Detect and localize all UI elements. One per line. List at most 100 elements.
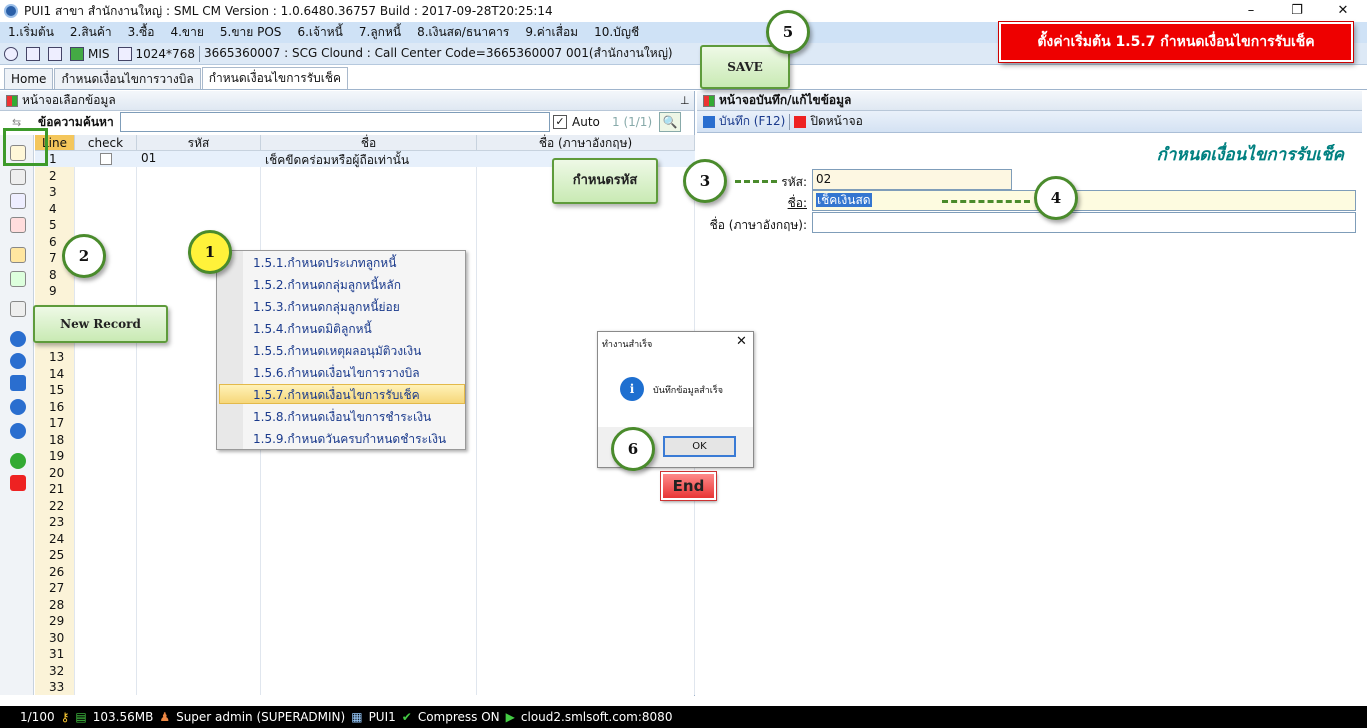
tab-cheque-conditions[interactable]: กำหนดเงื่อนไขการรับเช็ค xyxy=(201,67,349,89)
step-2-badge: 2 xyxy=(62,234,106,278)
menu-receivable[interactable]: 7.ลูกหนี้ xyxy=(351,23,409,42)
dialog-close-icon[interactable]: ✕ xyxy=(736,334,747,349)
line-number: 22 xyxy=(49,498,65,513)
name-en-field[interactable] xyxy=(812,212,1356,233)
menu-purchase[interactable]: 3.ซื้อ xyxy=(120,23,163,42)
menu-start[interactable]: 1.เริ่มต้น xyxy=(0,23,62,42)
next-icon[interactable] xyxy=(10,353,26,369)
import-icon[interactable] xyxy=(10,271,26,287)
status-bar: 1/100 ⚷ ▤ 103.56MB ♟ Super admin (SUPERA… xyxy=(0,706,1367,728)
checklist-icon[interactable] xyxy=(10,193,26,209)
tab-billing-conditions[interactable]: กำหนดเงื่อนไขการวางบิล xyxy=(54,68,201,89)
title-bar: PUI1 สาขา สำนักงานใหญ่ : SML CM Version … xyxy=(0,0,1367,22)
chart-icon[interactable] xyxy=(70,46,84,61)
row-checkbox[interactable] xyxy=(100,153,112,165)
window-title: PUI1 สาขา สำนักงานใหญ่ : SML CM Version … xyxy=(24,3,553,18)
menu-item-1-5-3[interactable]: 1.5.3.กำหนดกลุ่มลูกหนี้ย่อย xyxy=(253,297,400,317)
pin-icon[interactable]: ⊥ xyxy=(680,94,690,107)
search-icon[interactable]: 🔍 xyxy=(659,112,681,132)
grid-header-check[interactable]: check xyxy=(75,135,137,151)
delete-doc-icon[interactable] xyxy=(10,217,26,233)
database-label: PUI1 xyxy=(368,710,396,724)
name-field[interactable]: เช็คเงินสด xyxy=(812,190,1356,211)
close-window-button[interactable]: ✕ xyxy=(1320,0,1366,22)
row-name: เช็คขีดคร่อมหรือผู้ถือเท่านั้น xyxy=(265,153,410,167)
dialog-title: ทำงานสำเร็จ xyxy=(602,340,653,350)
context-menu: 1.5.1.กำหนดประเภทลูกหนี้ 1.5.2.กำหนดกลุ่… xyxy=(216,250,466,450)
menu-cash-bank[interactable]: 8.เงินสด/ธนาคาร xyxy=(409,23,517,42)
menu-item-1-5-5[interactable]: 1.5.5.กำหนดเหตุผลอนุมัติวงเงิน xyxy=(253,341,421,361)
line-number: 28 xyxy=(49,597,65,612)
menu-product[interactable]: 2.สินค้า xyxy=(62,23,120,42)
menu-pos[interactable]: 5.ขาย POS xyxy=(212,23,290,42)
line-number: 21 xyxy=(49,482,65,496)
menu-accounting[interactable]: 10.บัญชี xyxy=(586,23,647,42)
fast-forward-icon[interactable] xyxy=(10,375,26,391)
auto-checkbox[interactable]: ✓ xyxy=(553,115,567,129)
arrow-3 xyxy=(735,180,777,183)
new-record-callout: New Record xyxy=(33,305,168,343)
row-code: 01 xyxy=(141,151,157,165)
save-button[interactable]: บันทึก (F12) xyxy=(703,112,785,131)
resolution-label: 1024*768 xyxy=(135,46,195,61)
compress-label: Compress ON xyxy=(417,710,500,724)
grid-header-code[interactable]: รหัส xyxy=(137,135,261,151)
list-icon[interactable] xyxy=(10,301,26,317)
menu-item-1-5-2[interactable]: 1.5.2.กำหนดกลุ่มลูกหนี้หลัก xyxy=(253,275,401,295)
chevron-down-icon[interactable] xyxy=(4,46,18,61)
edit-panel-title: หน้าจอบันทึก/แก้ไขข้อมูล xyxy=(719,93,852,107)
line-number: 18 xyxy=(49,432,65,447)
line-number: 4 xyxy=(49,201,57,216)
menu-depreciation[interactable]: 9.ค่าเสื่อม xyxy=(517,23,586,42)
step-3-badge: 3 xyxy=(683,159,727,203)
line-number: 29 xyxy=(49,614,65,628)
step-6-badge: 6 xyxy=(611,427,655,471)
calculator-icon[interactable] xyxy=(48,46,62,61)
maximize-button[interactable]: ❐ xyxy=(1274,0,1320,22)
line-number: 26 xyxy=(49,564,65,579)
copy-icon[interactable] xyxy=(10,169,26,185)
grid-header-name[interactable]: ชื่อ xyxy=(261,135,477,151)
server-label: cloud2.smlsoft.com:8080 xyxy=(520,710,673,724)
name-value: เช็คเงินสด xyxy=(816,193,872,207)
name-label: ชื่อ: xyxy=(787,196,807,210)
lock-doc-icon[interactable] xyxy=(10,247,26,263)
menu-item-1-5-9[interactable]: 1.5.9.กำหนดวันครบกำหนดชำระเงิน xyxy=(253,429,446,449)
line-number: 17 xyxy=(49,416,65,430)
ok-button[interactable]: OK xyxy=(663,436,736,457)
info-icon: i xyxy=(620,377,644,401)
prev-icon[interactable] xyxy=(10,331,26,347)
new-record-highlight xyxy=(3,128,48,166)
search-input[interactable] xyxy=(120,112,550,132)
line-number: 9 xyxy=(49,284,57,298)
panel-icon[interactable] xyxy=(26,46,40,61)
step-1-badge: 1 xyxy=(188,230,232,274)
edit-panel-header: หน้าจอบันทึก/แก้ไขข้อมูล xyxy=(697,91,1362,111)
user-icon: ♟ xyxy=(159,710,171,724)
code-field[interactable]: 02 xyxy=(812,169,1012,190)
close-form-button[interactable]: ปิดหน้าจอ xyxy=(794,112,863,131)
mis-label: MIS xyxy=(88,46,110,61)
menu-item-1-5-6[interactable]: 1.5.6.กำหนดเงื่อนไขการวางบิล xyxy=(253,363,420,383)
tab-home[interactable]: Home xyxy=(4,68,54,89)
dialog-message: บันทึกข้อมูลสำเร็จ xyxy=(653,386,723,396)
help-icon[interactable] xyxy=(10,453,26,469)
menu-item-1-5-7[interactable]: 1.5.7.กำหนดเงื่อนไขการรับเช็ค xyxy=(253,385,420,405)
menu-item-1-5-8[interactable]: 1.5.8.กำหนดเงื่อนไขการชำระเงิน xyxy=(253,407,431,427)
selection-panel-header: หน้าจอเลือกข้อมูล ⊥ xyxy=(0,91,694,111)
line-number: 33 xyxy=(49,680,65,694)
minimize-button[interactable]: – xyxy=(1228,0,1274,22)
menu-item-1-5-1[interactable]: 1.5.1.กำหนดประเภทลูกหนี้ xyxy=(253,253,396,273)
menu-payable[interactable]: 6.เจ้าหนี้ xyxy=(289,23,350,42)
menu-sale[interactable]: 4.ขาย xyxy=(162,23,211,42)
line-number: 20 xyxy=(49,465,65,480)
up-icon[interactable] xyxy=(10,399,26,415)
menu-item-1-5-4[interactable]: 1.5.4.กำหนดมิติลูกหนี้ xyxy=(253,319,372,339)
grid-header-name-en[interactable]: ชื่อ (ภาษาอังกฤษ) xyxy=(477,135,695,151)
divider xyxy=(198,45,200,62)
down-icon[interactable] xyxy=(10,423,26,439)
image-icon xyxy=(117,46,132,61)
save-icon xyxy=(703,115,715,128)
company-label: 3665360007 : SCG Clound : Call Center Co… xyxy=(203,46,673,60)
close-icon[interactable] xyxy=(10,475,26,491)
